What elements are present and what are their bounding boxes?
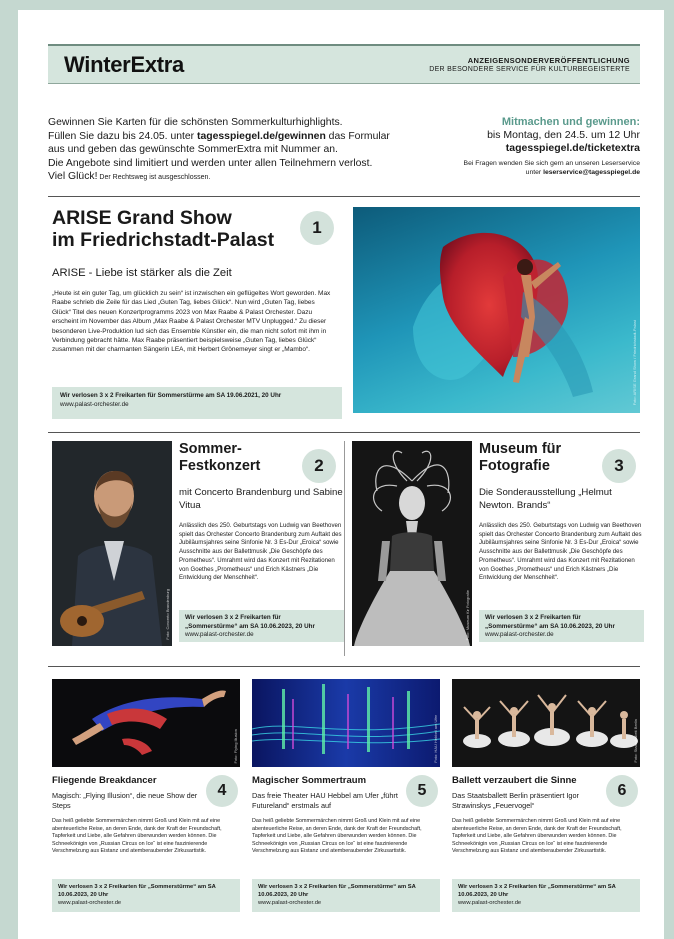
newspaper-page: WinterExtra ANZEIGENSONDERVERÖFFENTLICHU…	[18, 10, 664, 939]
number-badge-1: 1	[300, 211, 334, 245]
header-bar: WinterExtra ANZEIGENSONDERVERÖFFENTLICHU…	[48, 44, 640, 84]
feature-2-prize-box: Wir verlosen 3 x 2 Freikarten für „Sommer…	[179, 610, 344, 642]
feature-1-prize-box: Wir verlosen 3 x 2 Freikarten für Sommer…	[52, 387, 342, 419]
header-tagline: ANZEIGENSONDERVERÖFFENTLICHUNG DER BESON…	[429, 56, 630, 73]
feature-3-prize-box: Wir verlosen 3 x 2 Freikarten für „Sommer…	[479, 610, 644, 642]
feature-2-body: Anlässlich des 250. Geburtstags von Ludw…	[179, 522, 342, 582]
breakdancer-photo: Foto: Flying Illusion	[52, 679, 240, 767]
feature-1-body: „Heute ist ein guter Tag, um glücklich z…	[52, 290, 331, 354]
ticketextra-link[interactable]: tagesspiegel.de/ticketextra	[425, 142, 640, 155]
feature-3-subtitle: Die Sonderausstellung „Helmut Newton. Br…	[479, 487, 612, 511]
palast-orchester-link[interactable]: www.palast-orchester.de	[60, 401, 334, 410]
feature-1-subtitle: ARISE - Liebe ist stärker als die Zeit	[52, 267, 232, 279]
feature-4-body: Das heiß geliebte Sommermärchen nimmt Gr…	[52, 818, 222, 855]
service-note: Bei Fragen wenden Sie sich gern an unser…	[463, 160, 640, 176]
feature-1: ARISE Grand Show im Friedrichstadt-Palas…	[48, 203, 640, 433]
feature-1-title: ARISE Grand Show im Friedrichstadt-Palas…	[52, 207, 275, 251]
feature-5-subtitle: Das freie Theater HAU Hebbel am Ufer „fü…	[252, 791, 398, 810]
photo-credit: Foto: ARISE Grand Show / Friedrichstadt-…	[632, 319, 637, 405]
cta-date: bis Montag, den 24.5. um 12 Uhr	[487, 129, 640, 141]
palast-orchester-link[interactable]: www.palast-orchester.de	[485, 631, 638, 640]
feature-4: Foto: Flying Illusion Fliegende Breakdan…	[52, 679, 240, 919]
feature-2-subtitle: mit Concerto Brandenburg und Sabine Vitu…	[179, 487, 343, 511]
feature-6: Foto: Staatsballett Berlin Ballett verza…	[452, 679, 640, 919]
feature-6-body: Das heiß geliebte Sommermärchen nimmt Gr…	[452, 818, 622, 855]
feature-6-title: Ballett verzaubert die Sinne	[452, 775, 577, 786]
feature-2-title: Sommer-Festkonzert	[179, 441, 261, 474]
feature-3-body: Anlässlich des 250. Geburtstags von Ludw…	[479, 522, 642, 582]
intro-line: Gewinnen Sie Karten für die schönsten So…	[48, 117, 343, 128]
palast-orchester-link[interactable]: www.palast-orchester.de	[185, 631, 338, 640]
palast-orchester-link[interactable]: www.palast-orchester.de	[258, 899, 434, 907]
feature-3-title: Museum für Fotografie	[479, 441, 562, 474]
number-badge-3: 3	[602, 449, 636, 483]
guitarist-illustration	[52, 441, 172, 646]
intro-line: Füllen Sie dazu bis 24.05. unter tagessp…	[48, 130, 390, 142]
dancer-photo: Foto: ARISE Grand Show / Friedrichstadt-…	[353, 207, 640, 413]
leserservice-email-link[interactable]: leserservice@tagesspiegel.de	[543, 169, 640, 176]
palast-orchester-link[interactable]: www.palast-orchester.de	[58, 899, 234, 907]
feature-5-prize-box: Wir verlosen 3 x 2 Freikarten für „Somme…	[252, 879, 440, 912]
feature-5: Foto: HAU Hebbel am Ufer Magischer Somme…	[252, 679, 440, 919]
number-badge-5: 5	[406, 775, 438, 807]
number-badge-6: 6	[606, 775, 638, 807]
intro-section: Gewinnen Sie Karten für die schönsten So…	[48, 116, 640, 197]
theater-illustration	[252, 679, 440, 767]
intro-line: Die Angebote sind limitiert und werden u…	[48, 157, 373, 169]
cta-title: Mitmachen und gewinnen:	[501, 116, 640, 128]
model-illustration	[352, 441, 472, 646]
intro-cta: Mitmachen und gewinnen: bis Montag, den …	[425, 116, 640, 188]
ballet-photo: Foto: Staatsballett Berlin	[452, 679, 640, 767]
feature-2: Foto: Concerto Brandenburg Sommer-Festko…	[52, 441, 344, 656]
brand-title: WinterExtra	[64, 51, 184, 77]
gewinnen-link[interactable]: tagesspiegel.de/gewinnen	[197, 131, 326, 142]
dancer-illustration	[413, 232, 593, 397]
column-divider	[344, 441, 345, 656]
feature-6-prize-box: Wir verlosen 3 x 2 Freikarten für „Somme…	[452, 879, 640, 912]
breakdancer-illustration	[52, 679, 240, 767]
feature-5-body: Das heiß geliebte Sommermärchen nimmt Gr…	[252, 818, 422, 855]
feature-5-title: Magischer Sommertraum	[252, 775, 367, 786]
feature-4-subtitle: Magisch: „Flying Illusion“, die neue Sho…	[52, 791, 198, 810]
model-photo: Foto: Museum für Fotografie	[352, 441, 472, 646]
intro-line: aus und geben das gewünschte SommerExtra…	[48, 144, 338, 155]
number-badge-4: 4	[206, 775, 238, 807]
feature-3: Foto: Museum für Fotografie Museum für F…	[352, 441, 644, 656]
page-content: WinterExtra ANZEIGENSONDERVERÖFFENTLICHU…	[48, 44, 644, 920]
intro-text: Gewinnen Sie Karten für die schönsten So…	[48, 116, 420, 188]
tagline-line2: DER BESONDERE SERVICE FÜR KULTURBEGEISTE…	[429, 66, 630, 73]
features-2-3: Foto: Concerto Brandenburg Sommer-Festko…	[48, 441, 644, 667]
feature-6-subtitle: Das Staatsballett Berlin präsentiert Igo…	[452, 791, 579, 810]
tagline-line1: ANZEIGENSONDERVERÖFFENTLICHUNG	[467, 56, 630, 65]
ballet-illustration	[452, 679, 640, 767]
number-badge-2: 2	[302, 449, 336, 483]
features-4-6: Foto: Flying Illusion Fliegende Breakdan…	[48, 675, 640, 920]
palast-orchester-link[interactable]: www.palast-orchester.de	[458, 899, 634, 907]
feature-4-title: Fliegende Breakdancer	[52, 775, 157, 786]
intro-line: Viel Glück! Der Rechtsweg ist ausgeschlo…	[48, 171, 211, 182]
theater-photo: Foto: HAU Hebbel am Ufer	[252, 679, 440, 767]
feature-4-prize-box: Wir verlosen 3 x 2 Freikarten für „Somme…	[52, 879, 240, 912]
guitarist-photo: Foto: Concerto Brandenburg	[52, 441, 172, 646]
